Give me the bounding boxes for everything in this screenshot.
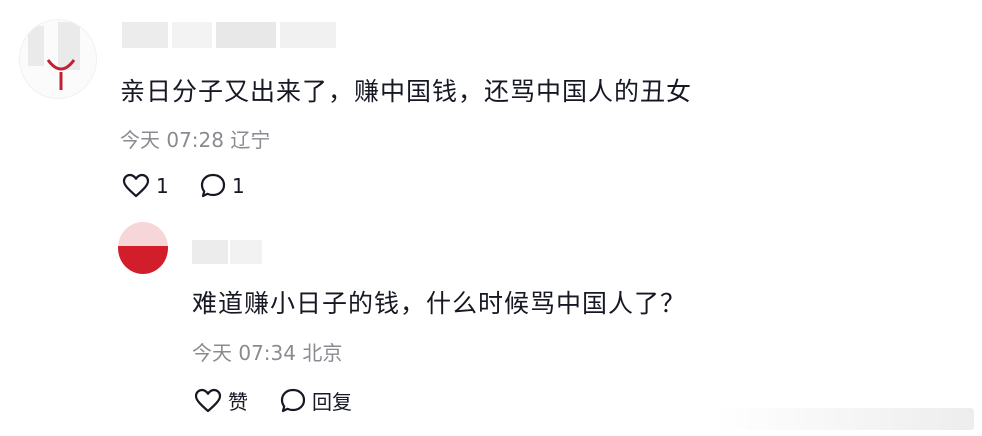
like-count: 1 xyxy=(156,174,169,198)
comment-location: 辽宁 xyxy=(230,128,271,152)
username-blurred[interactable] xyxy=(122,22,336,48)
reply-button[interactable]: 回复 xyxy=(280,386,352,415)
reply-username-blurred[interactable] xyxy=(192,240,262,264)
reply-time: 今天 07:34 xyxy=(192,341,296,365)
heart-outline-icon xyxy=(194,388,222,412)
avatar[interactable] xyxy=(20,20,96,98)
heart-outline-icon xyxy=(122,173,150,198)
speech-bubble-icon xyxy=(200,173,226,198)
speech-bubble-icon xyxy=(280,388,306,412)
comment-text: 亲日分子又出来了，赚中国钱，还骂中国人的丑女 xyxy=(120,77,693,106)
watermark xyxy=(714,408,974,430)
avatar-figure-icon xyxy=(46,59,76,90)
reply-location: 北京 xyxy=(302,341,343,365)
like-label: 赞 xyxy=(228,390,248,414)
reply-meta: 今天 07:34 北京 xyxy=(192,337,342,366)
comment-meta: 今天 07:28 辽宁 xyxy=(120,124,270,153)
like-button[interactable]: 1 xyxy=(122,173,169,199)
reply-text: 难道赚小日子的钱，什么时候骂中国人了？ xyxy=(192,289,687,318)
reply-like-button[interactable]: 赞 xyxy=(194,386,248,415)
reply-count: 1 xyxy=(232,174,245,198)
comment-time: 今天 07:28 xyxy=(120,128,224,152)
reply-count-button[interactable]: 1 xyxy=(200,173,245,199)
reply-avatar[interactable] xyxy=(118,222,168,274)
reply-label: 回复 xyxy=(312,390,352,414)
